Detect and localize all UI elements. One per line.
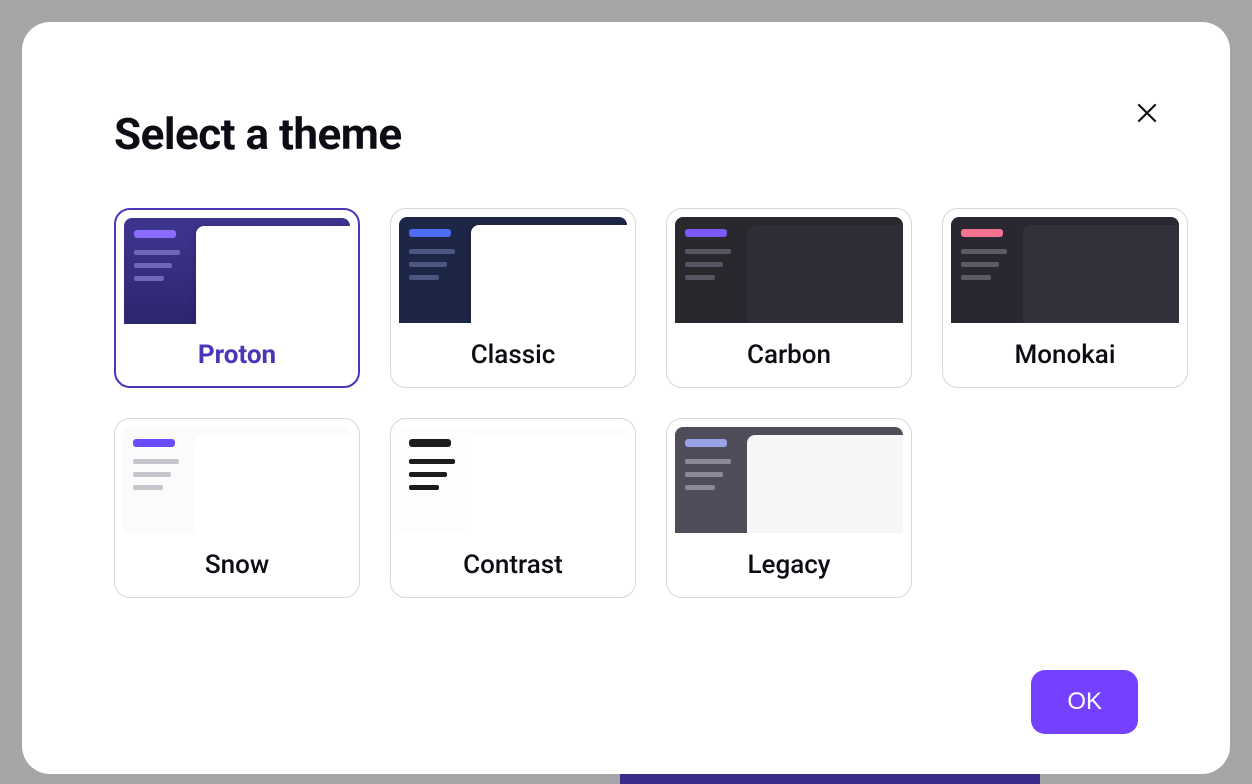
theme-label: Snow (115, 533, 359, 597)
theme-preview (123, 427, 351, 533)
theme-label: Contrast (391, 533, 635, 597)
modal-header: Select a theme (114, 108, 1138, 160)
theme-label: Classic (391, 323, 635, 387)
modal-title: Select a theme (114, 108, 402, 160)
theme-preview (124, 218, 350, 324)
theme-label: Proton (116, 324, 358, 386)
close-button[interactable] (1128, 94, 1166, 135)
theme-preview (399, 217, 627, 323)
theme-option-carbon[interactable]: Carbon (666, 208, 912, 388)
theme-option-snow[interactable]: Snow (114, 418, 360, 598)
theme-preview (399, 427, 627, 533)
theme-preview (951, 217, 1179, 323)
theme-preview (675, 427, 903, 533)
theme-label: Carbon (667, 323, 911, 387)
theme-preview (675, 217, 903, 323)
modal-footer: OK (114, 670, 1138, 734)
theme-select-modal: Select a theme Proton (22, 22, 1230, 774)
theme-label: Monokai (943, 323, 1187, 387)
theme-option-proton[interactable]: Proton (114, 208, 360, 388)
theme-option-legacy[interactable]: Legacy (666, 418, 912, 598)
theme-grid: Proton Classic (114, 208, 1138, 598)
theme-option-monokai[interactable]: Monokai (942, 208, 1188, 388)
ok-button[interactable]: OK (1031, 670, 1138, 734)
theme-option-contrast[interactable]: Contrast (390, 418, 636, 598)
theme-label: Legacy (667, 533, 911, 597)
theme-option-classic[interactable]: Classic (390, 208, 636, 388)
close-icon (1134, 100, 1160, 126)
